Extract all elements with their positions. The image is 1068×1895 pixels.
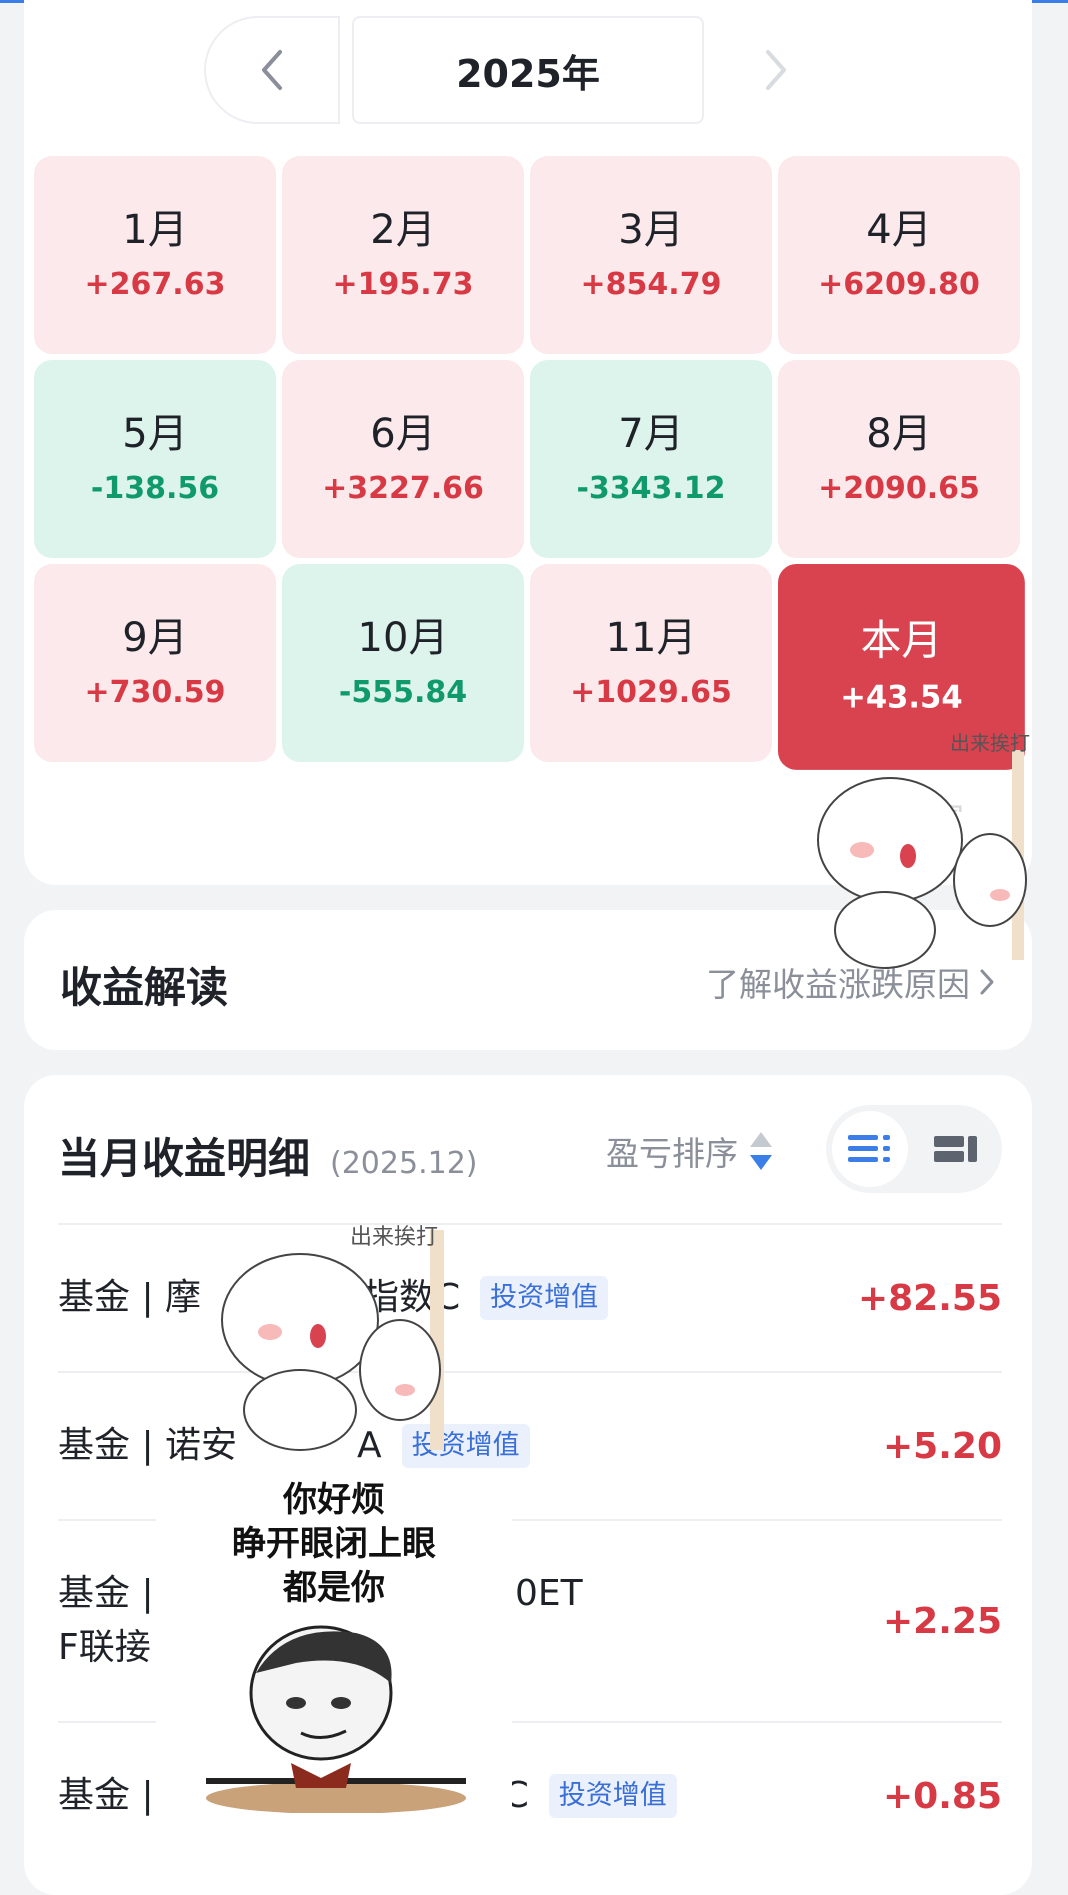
month-label: 3月 — [618, 207, 684, 253]
row-profit: +0.85 — [883, 1775, 1002, 1817]
row-profit: +82.55 — [857, 1277, 1002, 1319]
bear-caption: 出来挨打 — [950, 731, 1030, 755]
month-profit: +267.63 — [84, 267, 226, 302]
year-label[interactable]: 2025年 — [352, 16, 704, 124]
meme-face-image — [206, 1625, 466, 1813]
chevron-right-icon — [766, 50, 786, 90]
row-profit: +2.25 — [883, 1600, 1002, 1642]
detail-header: 当月收益明细 (2025.12) — [58, 1125, 477, 1186]
month-profit: +854.79 — [580, 267, 722, 302]
month-profit: -555.84 — [338, 675, 468, 710]
month-cell-4[interactable]: 4月 +6209.80 — [778, 156, 1020, 354]
month-profit: +1029.65 — [570, 675, 732, 710]
bear-sticker-top: 出来挨打 财富 — [790, 730, 1030, 990]
meme-text: 你好烦 睁开眼闭上眼 都是你 — [156, 1478, 512, 1610]
meme-line-2: 睁开眼闭上眼 — [232, 1524, 436, 1564]
meme-line-1: 你好烦 — [283, 1480, 385, 1520]
investment-tag: 投资增值 — [548, 1774, 677, 1818]
meme-sticker: 你好烦 睁开眼闭上眼 都是你 — [156, 1478, 512, 1818]
card-view-icon — [934, 1136, 977, 1162]
interpretation-title: 收益解读 — [60, 963, 229, 1012]
view-toggle — [826, 1105, 1002, 1193]
fund-name-prefix: 基金 | 摩 — [58, 1277, 202, 1318]
month-label: 8月 — [866, 411, 932, 457]
list-view-icon — [848, 1135, 890, 1162]
month-label: 4月 — [866, 207, 932, 253]
bear-sticker-middle: 出来挨打 — [200, 1220, 460, 1470]
sort-arrows-icon — [750, 1132, 772, 1170]
month-profit: +730.59 — [84, 675, 226, 710]
sort-by-profit-button[interactable]: 盈亏排序 — [606, 1127, 774, 1175]
fund-name-prefix: 基金 | — [58, 1775, 154, 1816]
sort-label: 盈亏排序 — [606, 1134, 738, 1173]
month-cell-9[interactable]: 9月 +730.59 — [34, 564, 276, 762]
month-grid: 1月 +267.63 2月 +195.73 3月 +854.79 4月 +6209.80… — [34, 156, 1025, 770]
month-cell-2[interactable]: 2月 +195.73 — [282, 156, 524, 354]
month-label: 1月 — [122, 207, 188, 253]
month-label: 2月 — [370, 207, 436, 253]
month-label: 6月 — [370, 411, 436, 457]
investment-tag: 投资增值 — [480, 1276, 609, 1320]
bear-caption: 出来挨打 — [350, 1225, 438, 1250]
month-cell-3[interactable]: 3月 +854.79 — [530, 156, 772, 354]
bear-sticker-image: 出来挨打 财富 — [817, 731, 1030, 969]
month-cell-11[interactable]: 11月 +1029.65 — [530, 564, 772, 762]
detail-period: (2025.12) — [330, 1146, 478, 1181]
month-label: 10月 — [357, 615, 449, 661]
fund-name: 基金 | 诺安 A 投资增值 — [58, 1419, 883, 1473]
month-cell-7[interactable]: 7月 -3343.12 — [530, 360, 772, 558]
card-view-button[interactable] — [918, 1111, 994, 1187]
month-profit: +6209.80 — [818, 267, 980, 302]
month-profit: +2090.65 — [818, 471, 980, 506]
month-cell-8[interactable]: 8月 +2090.65 — [778, 360, 1020, 558]
month-cell-1[interactable]: 1月 +267.63 — [34, 156, 276, 354]
month-profit: +195.73 — [332, 267, 474, 302]
month-label: 11月 — [605, 615, 697, 661]
month-cell-6[interactable]: 6月 +3227.66 — [282, 360, 524, 558]
year-navigator: 2025年 — [24, 16, 1032, 126]
month-profit: +43.54 — [840, 679, 963, 716]
month-profit: +3227.66 — [322, 471, 484, 506]
fund-name-prefix: 基金 | — [58, 1573, 154, 1614]
month-cell-10[interactable]: 10月 -555.84 — [282, 564, 524, 762]
month-profit: -138.56 — [90, 471, 220, 506]
month-profit: -3343.12 — [576, 471, 726, 506]
month-label: 9月 — [122, 615, 188, 661]
month-label: 7月 — [618, 411, 684, 457]
month-cell-5[interactable]: 5月 -138.56 — [34, 360, 276, 558]
month-label: 本月 — [860, 617, 943, 665]
list-view-button[interactable] — [832, 1111, 908, 1187]
bear-sticker-image: 出来挨打 — [221, 1225, 444, 1451]
row-profit: +5.20 — [883, 1425, 1002, 1467]
chevron-left-icon — [262, 50, 282, 90]
fund-name-suffix: 0ET — [515, 1573, 583, 1614]
month-label: 5月 — [122, 411, 188, 457]
previous-year-button[interactable] — [204, 16, 340, 124]
detail-title: 当月收益明细 — [58, 1134, 311, 1183]
next-year-button[interactable] — [716, 16, 836, 124]
meme-line-3: 都是你 — [283, 1568, 385, 1608]
